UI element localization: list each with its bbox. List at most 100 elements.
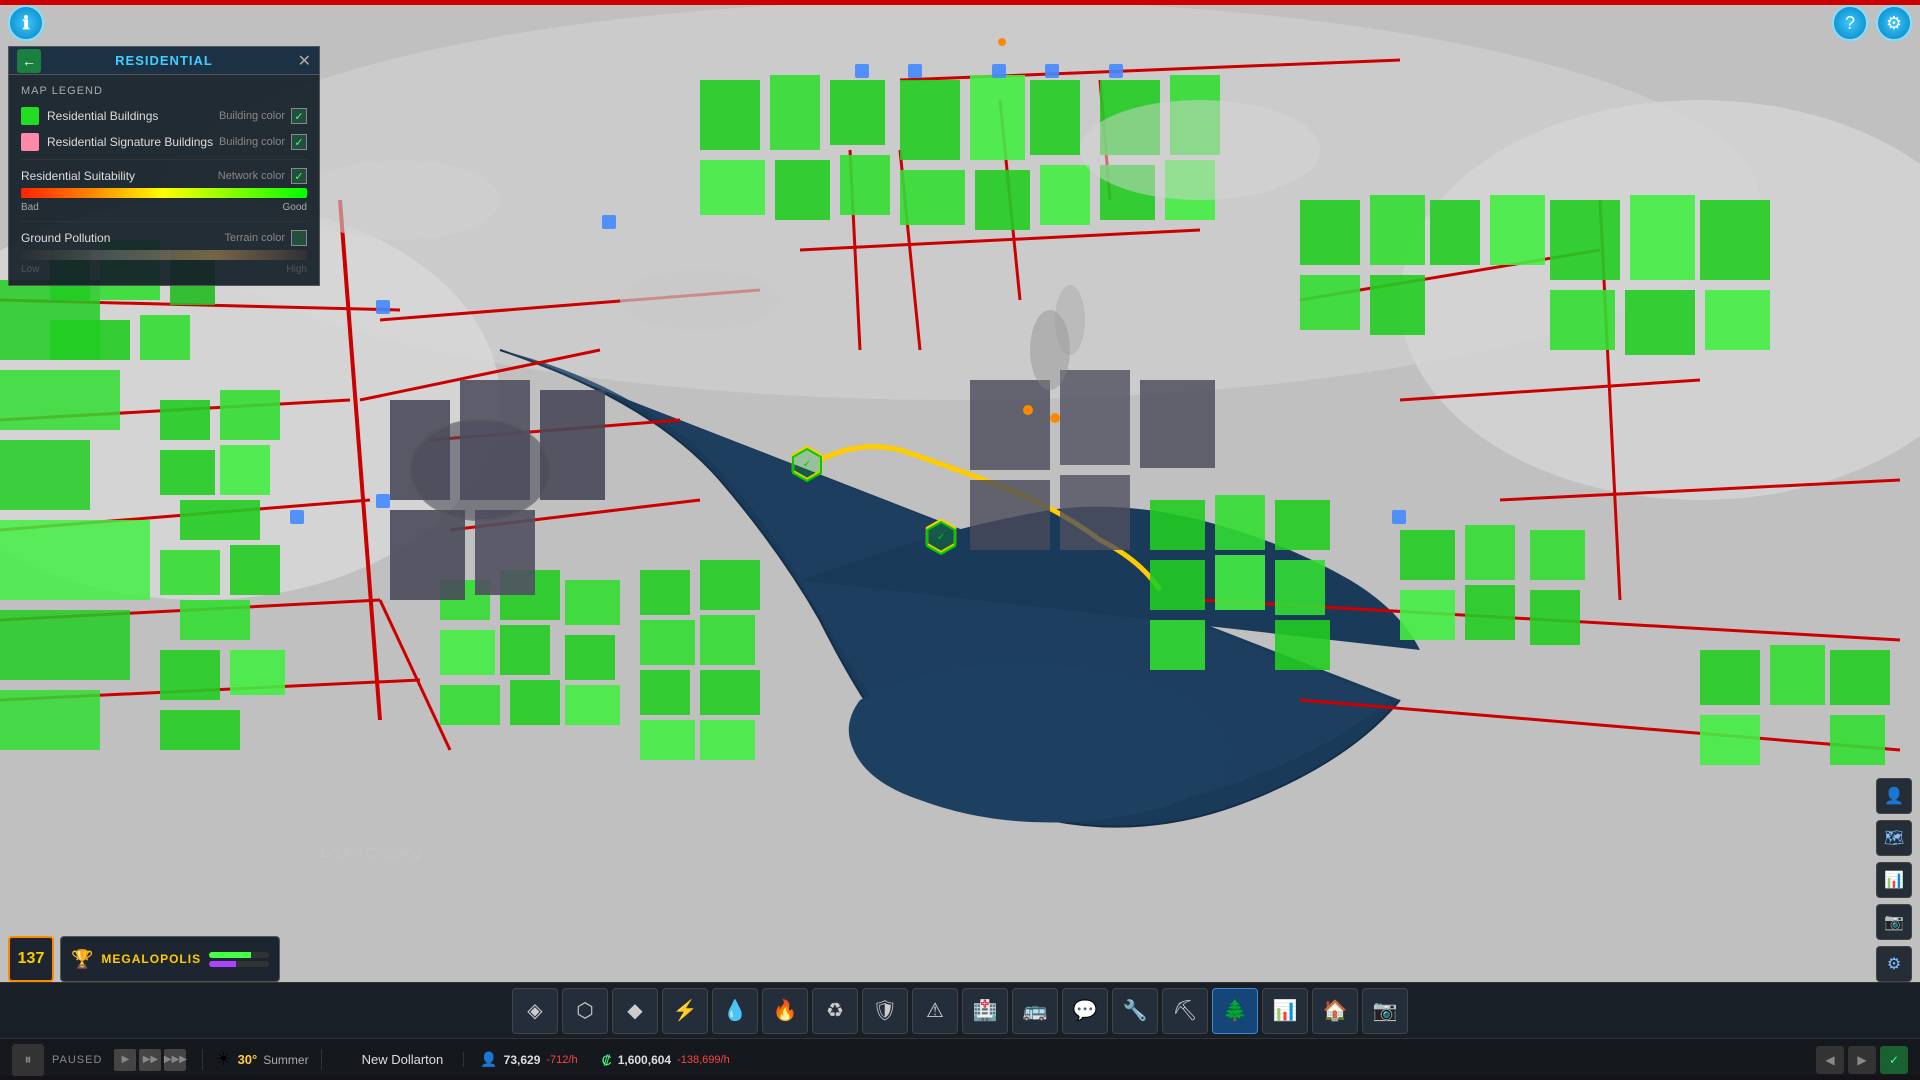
tool-police[interactable]: 🛡 <box>862 988 908 1034</box>
svg-text:✓: ✓ <box>803 459 811 470</box>
right-icon-settings[interactable]: ⚙ <box>1876 946 1912 982</box>
pollution-labels: Low High <box>21 264 307 275</box>
signature-buildings-checkbox[interactable] <box>291 134 307 150</box>
badge-bar-purple-track <box>209 961 269 967</box>
legend-title: RESIDENTIAL <box>115 53 213 68</box>
legend-back-button[interactable]: ← <box>17 49 41 73</box>
pause-button[interactable]: ⏸ <box>12 1044 44 1076</box>
residential-buildings-checkbox[interactable] <box>291 108 307 124</box>
signature-buildings-sublabel: Building color <box>219 136 285 148</box>
legend-panel: ← RESIDENTIAL ✕ MAP LEGEND Residential B… <box>8 46 320 286</box>
right-side-icons: 👤 🗺 📊 📷 ⚙ <box>1876 778 1912 982</box>
tool-nature[interactable]: ◆ <box>612 988 658 1034</box>
right-icon-person[interactable]: 👤 <box>1876 778 1912 814</box>
money-icon: ₡ <box>602 1052 612 1068</box>
tool-industry[interactable]: ⛏ <box>1162 988 1208 1034</box>
residential-buildings-label: Residential Buildings <box>47 109 219 123</box>
pollution-section: Ground Pollution Terrain color Low High <box>21 230 307 275</box>
stats-section: 👤 73,629 -712/h ₡ 1,600,604 -138,699/h <box>480 1051 1816 1068</box>
tool-bar: ◈ ⬡ ◆ ⚡ 💧 🔥 ♻ 🛡 ⚠ 🏥 🚌 💬 🔧 ⛏ 🌲 📊 🏠 📷 <box>0 982 1920 1038</box>
speed-btn-1[interactable]: ▶ <box>114 1049 136 1071</box>
ctrl-confirm[interactable]: ✓ <box>1880 1046 1908 1074</box>
suitability-sublabel: Network color <box>218 170 285 182</box>
pollution-sublabel: Terrain color <box>224 232 285 244</box>
legend-divider-1 <box>21 159 307 160</box>
weather-icon: ☀ <box>215 1049 231 1070</box>
signature-buildings-row: Residential Signature Buildings Building… <box>21 133 307 151</box>
tool-fire[interactable]: 🔥 <box>762 988 808 1034</box>
city-badge: 🏆 MEGALOPOLIS <box>60 936 280 982</box>
population-stat: 👤 73,629 -712/h <box>480 1051 577 1068</box>
tool-electricity[interactable]: ⚡ <box>662 988 708 1034</box>
residential-buildings-sublabel: Building color <box>219 110 285 122</box>
suitability-label: Residential Suitability <box>21 169 218 183</box>
tool-chat[interactable]: 💬 <box>1062 988 1108 1034</box>
tool-house[interactable]: 🏠 <box>1312 988 1358 1034</box>
pollution-high-label: High <box>286 264 307 275</box>
speed-btn-3[interactable]: ▶▶▶ <box>164 1049 186 1071</box>
legend-divider-2 <box>21 221 307 222</box>
signature-buildings-swatch <box>21 133 39 151</box>
suitability-gradient <box>21 188 307 198</box>
legend-body: MAP LEGEND Residential Buildings Buildin… <box>9 75 319 285</box>
money-stat: ₡ 1,600,604 -138,699/h <box>602 1052 730 1068</box>
pollution-gradient <box>21 250 307 260</box>
suitability-labels: Bad Good <box>21 202 307 213</box>
temperature: 30° <box>238 1052 258 1067</box>
ctrl-prev[interactable]: ◀ <box>1816 1046 1844 1074</box>
legend-header: ← RESIDENTIAL ✕ <box>9 47 319 75</box>
info-icon[interactable]: ℹ <box>8 5 44 41</box>
tool-zones[interactable]: ◈ <box>512 988 558 1034</box>
trophy-icon: 🏆 <box>71 949 93 970</box>
legend-close-button[interactable]: ✕ <box>298 51 311 71</box>
tool-tree[interactable]: 🌲 <box>1212 988 1258 1034</box>
top-bar: ℹ ? ⚙ <box>0 0 1920 46</box>
tool-parks[interactable]: ♻ <box>812 988 858 1034</box>
suitability-checkbox[interactable] <box>291 168 307 184</box>
ctrl-next[interactable]: ▶ <box>1848 1046 1876 1074</box>
suitability-bad-label: Bad <box>21 202 39 213</box>
population-icon: 👤 <box>480 1051 497 1068</box>
suitability-good-label: Good <box>283 202 307 213</box>
tool-transport[interactable]: ⬡ <box>562 988 608 1034</box>
bottom-right-controls: ◀ ▶ ✓ <box>1816 1046 1908 1074</box>
city-name: New Dollarton <box>362 1052 444 1067</box>
paused-label: PAUSED <box>52 1054 102 1066</box>
suitability-section: Residential Suitability Network color Ba… <box>21 168 307 213</box>
bottom-taskbar: ⏸ PAUSED ▶ ▶▶ ▶▶▶ ☀ 30° Summer New Dolla… <box>0 1038 1920 1080</box>
settings-button[interactable]: ⚙ <box>1876 5 1912 41</box>
svg-text:✓: ✓ <box>937 532 945 543</box>
tool-chart[interactable]: 📊 <box>1262 988 1308 1034</box>
city-score-badge[interactable]: 137 <box>8 936 54 982</box>
help-button[interactable]: ? <box>1832 5 1868 41</box>
residential-buildings-row: Residential Buildings Building color <box>21 107 307 125</box>
tool-health[interactable]: 🏥 <box>962 988 1008 1034</box>
money-value: 1,600,604 <box>618 1053 671 1067</box>
tool-photo[interactable]: 📷 <box>1362 988 1408 1034</box>
tool-water[interactable]: 💧 <box>712 988 758 1034</box>
pollution-label: Ground Pollution <box>21 231 224 245</box>
top-right-icons: ? ⚙ <box>1832 5 1912 41</box>
pollution-checkbox[interactable] <box>291 230 307 246</box>
signature-buildings-label: Residential Signature Buildings <box>47 135 219 149</box>
pollution-low-label: Low <box>21 264 39 275</box>
tool-tools[interactable]: 🔧 <box>1112 988 1158 1034</box>
weather-section: ☀ 30° Summer <box>202 1049 321 1070</box>
right-icon-camera[interactable]: 📷 <box>1876 904 1912 940</box>
population-change: -712/h <box>546 1054 577 1066</box>
pollution-header: Ground Pollution Terrain color <box>21 230 307 246</box>
right-icon-chart[interactable]: 📊 <box>1876 862 1912 898</box>
city-badge-name: MEGALOPOLIS <box>101 952 201 966</box>
tool-disaster[interactable]: ⚠ <box>912 988 958 1034</box>
map-legend-label: MAP LEGEND <box>21 85 307 97</box>
badge-bar-purple-fill <box>209 961 236 967</box>
speed-btn-2[interactable]: ▶▶ <box>139 1049 161 1071</box>
suitability-header: Residential Suitability Network color <box>21 168 307 184</box>
badge-bar-green-fill <box>209 952 251 958</box>
right-icon-map[interactable]: 🗺 <box>1876 820 1912 856</box>
season-label: Summer <box>263 1053 308 1067</box>
residential-buildings-swatch <box>21 107 39 125</box>
population-value: 73,629 <box>504 1053 541 1067</box>
tool-bus[interactable]: 🚌 <box>1012 988 1058 1034</box>
money-change: -138,699/h <box>677 1054 730 1066</box>
